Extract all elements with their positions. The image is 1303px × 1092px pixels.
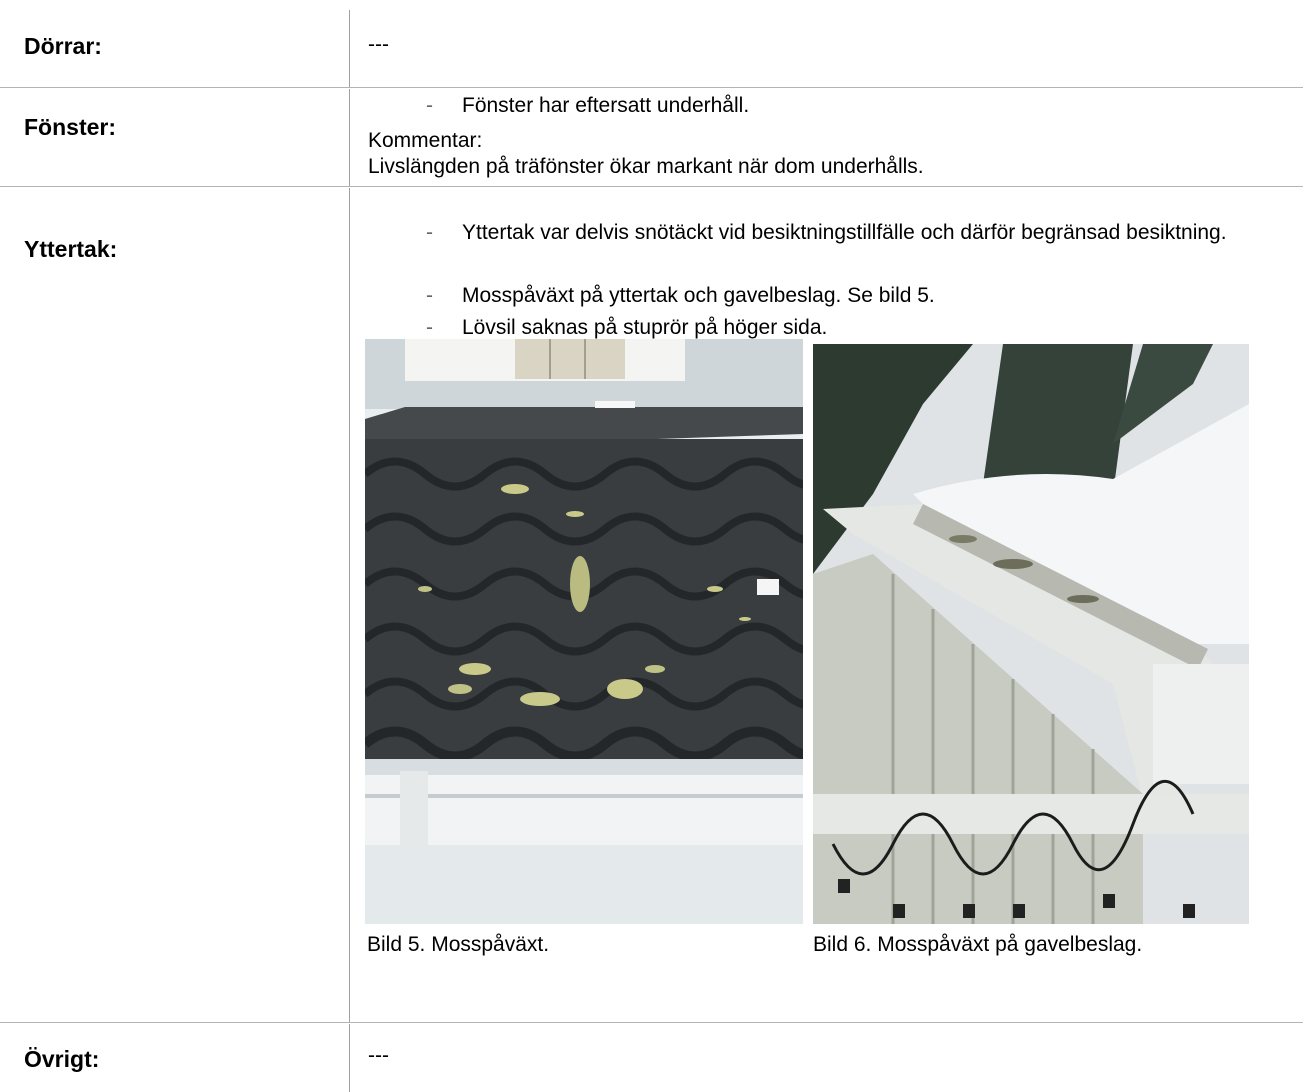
column-divider [349, 10, 350, 87]
image-caption: Bild 6. Mosspåväxt på gavelbeslag. [813, 933, 1143, 956]
row-separator [0, 1022, 1303, 1023]
comment-label: Kommentar: [368, 129, 483, 152]
roof-moss-photo [365, 339, 803, 924]
column-divider [349, 188, 350, 1022]
bullet-text: Fönster har eftersatt underhåll. [462, 94, 750, 117]
gable-moss-photo [813, 344, 1249, 924]
row-separator [0, 186, 1303, 187]
bullet-marker: - [426, 94, 433, 117]
row-value-dorrar: --- [368, 33, 389, 56]
comment-text: Livslängden på träfönster ökar markant n… [368, 155, 924, 178]
bullet-text: Yttertak var delvis snötäckt vid besiktn… [462, 221, 1227, 244]
image-caption: Bild 5. Mosspåväxt. [367, 933, 550, 956]
row-label-yttertak: Yttertak: [24, 236, 118, 262]
bullet-marker: - [426, 221, 433, 244]
column-divider [349, 1024, 350, 1092]
row-label-dorrar: Dörrar: [24, 33, 102, 59]
row-label-ovrigt: Övrigt: [24, 1046, 100, 1072]
bullet-text: Mosspåväxt på yttertak och gavelbeslag. … [462, 284, 935, 307]
bullet-marker: - [426, 316, 433, 339]
bullet-marker: - [426, 284, 433, 307]
row-value-ovrigt: --- [368, 1044, 389, 1067]
row-separator [0, 87, 1303, 88]
row-label-fonster: Fönster: [24, 114, 116, 140]
bullet-text: Lövsil saknas på stuprör på höger sida. [462, 316, 828, 339]
column-divider [349, 89, 350, 186]
